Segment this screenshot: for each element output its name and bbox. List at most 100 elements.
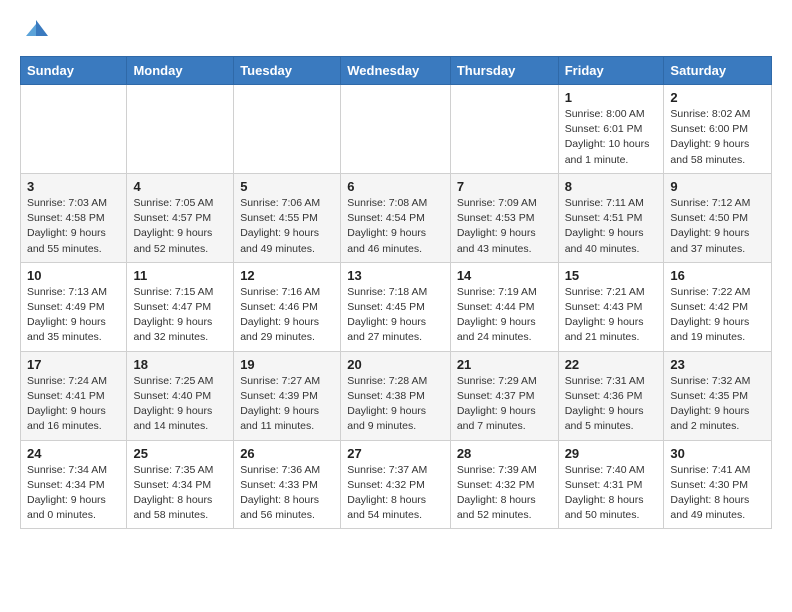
day-number: 11 xyxy=(133,268,227,283)
calendar-cell: 11 Sunrise: 7:15 AM Sunset: 4:47 PM Dayli… xyxy=(127,262,234,351)
day-number: 9 xyxy=(670,179,765,194)
calendar-cell: 16 Sunrise: 7:22 AM Sunset: 4:42 PM Dayli… xyxy=(664,262,772,351)
day-number: 27 xyxy=(347,446,444,461)
calendar-cell: 24Sunrise: 7:34 AM Sunset: 4:34 PM Dayli… xyxy=(21,440,127,529)
day-number: 21 xyxy=(457,357,552,372)
calendar-cell xyxy=(341,85,451,174)
calendar-cell: 12 Sunrise: 7:16 AM Sunset: 4:46 PM Dayli… xyxy=(234,262,341,351)
calendar-week-1: 1 Sunrise: 8:00 AM Sunset: 6:01 PM Daylig… xyxy=(21,85,772,174)
calendar-cell: 28 Sunrise: 7:39 AM Sunset: 4:32 PM Dayli… xyxy=(450,440,558,529)
calendar-cell: 21 Sunrise: 7:29 AM Sunset: 4:37 PM Dayli… xyxy=(450,351,558,440)
calendar-cell: 4 Sunrise: 7:05 AM Sunset: 4:57 PM Daylig… xyxy=(127,173,234,262)
day-info: Sunrise: 7:27 AM Sunset: 4:39 PM Dayligh… xyxy=(240,374,334,435)
calendar-header-tuesday: Tuesday xyxy=(234,57,341,85)
day-info: Sunrise: 7:06 AM Sunset: 4:55 PM Dayligh… xyxy=(240,196,334,257)
day-info: Sunrise: 7:35 AM Sunset: 4:34 PM Dayligh… xyxy=(133,463,227,524)
calendar-cell: 17 Sunrise: 7:24 AM Sunset: 4:41 PM Dayli… xyxy=(21,351,127,440)
day-number: 16 xyxy=(670,268,765,283)
header xyxy=(20,16,772,44)
calendar-cell: 26 Sunrise: 7:36 AM Sunset: 4:33 PM Dayli… xyxy=(234,440,341,529)
day-number: 22 xyxy=(565,357,658,372)
calendar-header-monday: Monday xyxy=(127,57,234,85)
calendar-week-3: 10 Sunrise: 7:13 AM Sunset: 4:49 PM Dayli… xyxy=(21,262,772,351)
day-number: 23 xyxy=(670,357,765,372)
calendar-cell: 25 Sunrise: 7:35 AM Sunset: 4:34 PM Dayli… xyxy=(127,440,234,529)
day-info: Sunrise: 7:36 AM Sunset: 4:33 PM Dayligh… xyxy=(240,463,334,524)
day-info: Sunrise: 7:24 AM Sunset: 4:41 PM Dayligh… xyxy=(27,374,120,435)
calendar-week-2: 3 Sunrise: 7:03 AM Sunset: 4:58 PM Daylig… xyxy=(21,173,772,262)
logo-icon xyxy=(22,16,50,44)
calendar-cell: 8 Sunrise: 7:11 AM Sunset: 4:51 PM Daylig… xyxy=(558,173,664,262)
calendar-week-5: 24Sunrise: 7:34 AM Sunset: 4:34 PM Dayli… xyxy=(21,440,772,529)
day-number: 30 xyxy=(670,446,765,461)
calendar-cell: 22Sunrise: 7:31 AM Sunset: 4:36 PM Dayli… xyxy=(558,351,664,440)
calendar-cell: 23 Sunrise: 7:32 AM Sunset: 4:35 PM Dayli… xyxy=(664,351,772,440)
day-info: Sunrise: 7:40 AM Sunset: 4:31 PM Dayligh… xyxy=(565,463,658,524)
day-info: Sunrise: 7:32 AM Sunset: 4:35 PM Dayligh… xyxy=(670,374,765,435)
day-info: Sunrise: 7:39 AM Sunset: 4:32 PM Dayligh… xyxy=(457,463,552,524)
day-number: 15 xyxy=(565,268,658,283)
calendar-cell: 30 Sunrise: 7:41 AM Sunset: 4:30 PM Dayli… xyxy=(664,440,772,529)
calendar-cell: 10 Sunrise: 7:13 AM Sunset: 4:49 PM Dayli… xyxy=(21,262,127,351)
calendar-cell: 1 Sunrise: 8:00 AM Sunset: 6:01 PM Daylig… xyxy=(558,85,664,174)
calendar-header-row: SundayMondayTuesdayWednesdayThursdayFrid… xyxy=(21,57,772,85)
calendar-header-wednesday: Wednesday xyxy=(341,57,451,85)
day-info: Sunrise: 7:29 AM Sunset: 4:37 PM Dayligh… xyxy=(457,374,552,435)
day-info: Sunrise: 8:02 AM Sunset: 6:00 PM Dayligh… xyxy=(670,107,765,168)
day-number: 25 xyxy=(133,446,227,461)
calendar-cell xyxy=(127,85,234,174)
day-number: 12 xyxy=(240,268,334,283)
day-number: 4 xyxy=(133,179,227,194)
day-info: Sunrise: 7:18 AM Sunset: 4:45 PM Dayligh… xyxy=(347,285,444,346)
calendar-cell: 20Sunrise: 7:28 AM Sunset: 4:38 PM Dayli… xyxy=(341,351,451,440)
day-info: Sunrise: 7:25 AM Sunset: 4:40 PM Dayligh… xyxy=(133,374,227,435)
day-info: Sunrise: 7:12 AM Sunset: 4:50 PM Dayligh… xyxy=(670,196,765,257)
day-number: 20 xyxy=(347,357,444,372)
day-number: 8 xyxy=(565,179,658,194)
calendar-cell xyxy=(21,85,127,174)
day-info: Sunrise: 7:09 AM Sunset: 4:53 PM Dayligh… xyxy=(457,196,552,257)
day-info: Sunrise: 7:41 AM Sunset: 4:30 PM Dayligh… xyxy=(670,463,765,524)
day-info: Sunrise: 7:37 AM Sunset: 4:32 PM Dayligh… xyxy=(347,463,444,524)
calendar-cell: 7Sunrise: 7:09 AM Sunset: 4:53 PM Daylig… xyxy=(450,173,558,262)
calendar-week-4: 17 Sunrise: 7:24 AM Sunset: 4:41 PM Dayli… xyxy=(21,351,772,440)
day-number: 3 xyxy=(27,179,120,194)
day-number: 6 xyxy=(347,179,444,194)
day-info: Sunrise: 7:03 AM Sunset: 4:58 PM Dayligh… xyxy=(27,196,120,257)
calendar-cell: 27 Sunrise: 7:37 AM Sunset: 4:32 PM Dayli… xyxy=(341,440,451,529)
day-number: 26 xyxy=(240,446,334,461)
day-number: 13 xyxy=(347,268,444,283)
day-info: Sunrise: 7:21 AM Sunset: 4:43 PM Dayligh… xyxy=(565,285,658,346)
day-info: Sunrise: 7:16 AM Sunset: 4:46 PM Dayligh… xyxy=(240,285,334,346)
day-info: Sunrise: 7:05 AM Sunset: 4:57 PM Dayligh… xyxy=(133,196,227,257)
day-info: Sunrise: 7:19 AM Sunset: 4:44 PM Dayligh… xyxy=(457,285,552,346)
day-number: 5 xyxy=(240,179,334,194)
calendar-cell: 14 Sunrise: 7:19 AM Sunset: 4:44 PM Dayli… xyxy=(450,262,558,351)
calendar-cell: 3 Sunrise: 7:03 AM Sunset: 4:58 PM Daylig… xyxy=(21,173,127,262)
calendar-header-saturday: Saturday xyxy=(664,57,772,85)
day-number: 10 xyxy=(27,268,120,283)
calendar-cell: 19Sunrise: 7:27 AM Sunset: 4:39 PM Dayli… xyxy=(234,351,341,440)
calendar-cell: 5 Sunrise: 7:06 AM Sunset: 4:55 PM Daylig… xyxy=(234,173,341,262)
day-info: Sunrise: 7:11 AM Sunset: 4:51 PM Dayligh… xyxy=(565,196,658,257)
day-number: 29 xyxy=(565,446,658,461)
calendar-cell: 29 Sunrise: 7:40 AM Sunset: 4:31 PM Dayli… xyxy=(558,440,664,529)
day-info: Sunrise: 7:22 AM Sunset: 4:42 PM Dayligh… xyxy=(670,285,765,346)
day-info: Sunrise: 7:13 AM Sunset: 4:49 PM Dayligh… xyxy=(27,285,120,346)
day-info: Sunrise: 7:34 AM Sunset: 4:34 PM Dayligh… xyxy=(27,463,120,524)
day-info: Sunrise: 7:15 AM Sunset: 4:47 PM Dayligh… xyxy=(133,285,227,346)
calendar-cell: 13 Sunrise: 7:18 AM Sunset: 4:45 PM Dayli… xyxy=(341,262,451,351)
calendar-cell: 6Sunrise: 7:08 AM Sunset: 4:54 PM Daylig… xyxy=(341,173,451,262)
day-number: 28 xyxy=(457,446,552,461)
day-number: 14 xyxy=(457,268,552,283)
logo xyxy=(20,16,50,44)
calendar-cell xyxy=(234,85,341,174)
day-info: Sunrise: 8:00 AM Sunset: 6:01 PM Dayligh… xyxy=(565,107,658,168)
calendar-table: SundayMondayTuesdayWednesdayThursdayFrid… xyxy=(20,56,772,529)
day-number: 17 xyxy=(27,357,120,372)
day-number: 18 xyxy=(133,357,227,372)
calendar-header-thursday: Thursday xyxy=(450,57,558,85)
calendar-cell xyxy=(450,85,558,174)
calendar-header-friday: Friday xyxy=(558,57,664,85)
day-number: 1 xyxy=(565,90,658,105)
